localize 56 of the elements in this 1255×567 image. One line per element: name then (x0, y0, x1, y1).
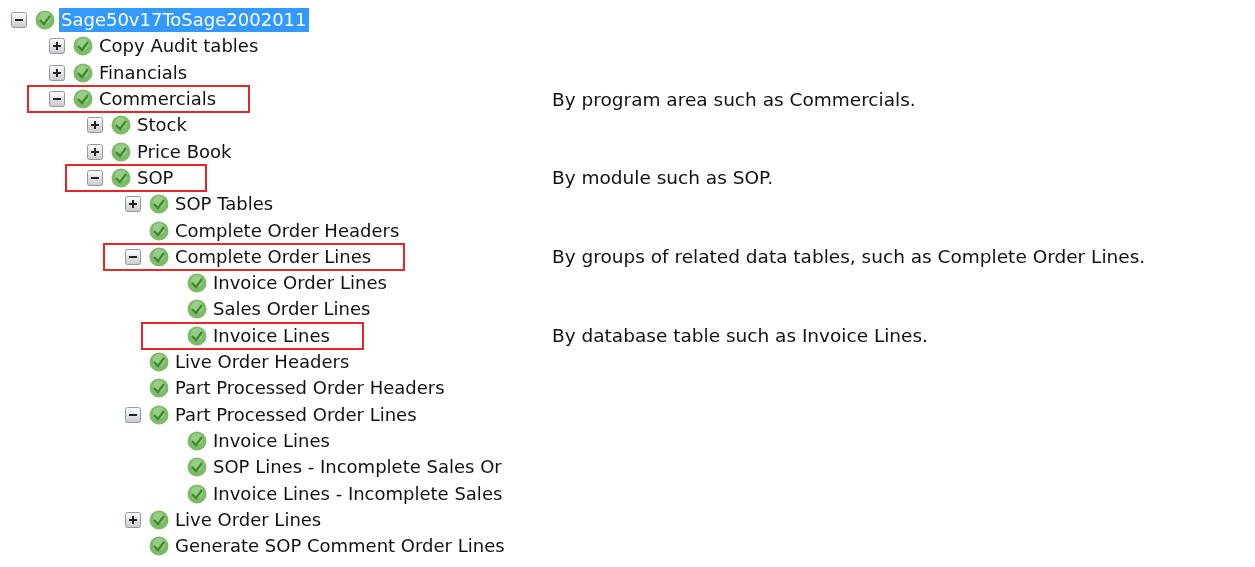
check-circle-icon (149, 246, 169, 267)
check-circle-icon (149, 404, 169, 425)
annotation-text: By program area such as Commercials. (552, 88, 916, 110)
check-circle-icon (149, 509, 169, 530)
tree-item[interactable]: Sales Order Lines (211, 297, 373, 322)
tree-item[interactable]: Copy Audit tables (97, 34, 261, 59)
expand-icon[interactable] (49, 38, 65, 55)
expand-icon[interactable] (125, 511, 141, 528)
collapse-icon[interactable] (87, 169, 103, 186)
check-circle-icon (187, 430, 207, 451)
expand-icon[interactable] (125, 196, 141, 213)
check-circle-icon (111, 141, 131, 162)
check-circle-icon (149, 194, 169, 215)
annotation-text: By module such as SOP. (552, 167, 774, 189)
tree-item[interactable]: Commercials (97, 87, 219, 112)
tree-item[interactable]: Financials (97, 60, 190, 85)
tree-item[interactable]: Live Order Headers (173, 350, 352, 374)
expand-icon[interactable] (87, 117, 103, 134)
expand-icon[interactable] (87, 143, 103, 160)
check-circle-icon (73, 89, 93, 110)
check-circle-icon (187, 457, 207, 478)
check-circle-icon (187, 483, 207, 504)
tree-item[interactable]: Live Order Lines (173, 507, 324, 532)
tree-item[interactable]: Complete Order Headers (173, 218, 402, 243)
check-circle-icon (187, 273, 207, 294)
collapse-icon[interactable] (125, 406, 141, 423)
tree-item[interactable]: Generate SOP Comment Order Lines (173, 534, 507, 559)
expand-icon[interactable] (49, 64, 65, 81)
tree-item[interactable]: SOP Tables (173, 192, 276, 217)
tree-item[interactable]: SOP (135, 165, 176, 190)
tree-item[interactable]: Part Processed Order Headers (173, 376, 447, 401)
tree-item[interactable]: Invoice Lines - Incomplete Sales (211, 481, 505, 506)
tree-item[interactable]: Invoice Order Lines (211, 271, 389, 296)
collapse-icon[interactable] (49, 91, 65, 108)
tree-item[interactable]: Part Processed Order Lines (173, 402, 419, 427)
check-circle-icon (73, 62, 93, 83)
collapse-icon[interactable] (125, 248, 141, 265)
check-circle-icon (187, 299, 207, 320)
collapse-icon[interactable] (11, 12, 27, 29)
check-circle-icon (149, 378, 169, 399)
check-circle-icon (111, 167, 131, 188)
check-circle-icon (149, 220, 169, 241)
check-circle-icon (35, 10, 55, 31)
check-circle-icon (73, 36, 93, 57)
tree-item[interactable]: Stock (135, 113, 189, 138)
check-circle-icon (149, 536, 169, 557)
tree-item[interactable]: Invoice Lines (211, 323, 332, 348)
check-circle-icon (111, 115, 131, 136)
tree-item[interactable]: Complete Order Lines (173, 244, 374, 269)
check-circle-icon (149, 352, 169, 372)
annotation-text: By database table such as Invoice Lines. (552, 325, 928, 347)
annotation-text: By groups of related data tables, such as Complete Order Lines. (552, 246, 1146, 268)
tree-item[interactable]: Invoice Lines (211, 428, 332, 453)
tree-item[interactable]: Price Book (135, 139, 234, 164)
check-circle-icon (187, 325, 207, 346)
tree-item[interactable]: SOP Lines - Incomplete Sales Or (211, 455, 504, 480)
